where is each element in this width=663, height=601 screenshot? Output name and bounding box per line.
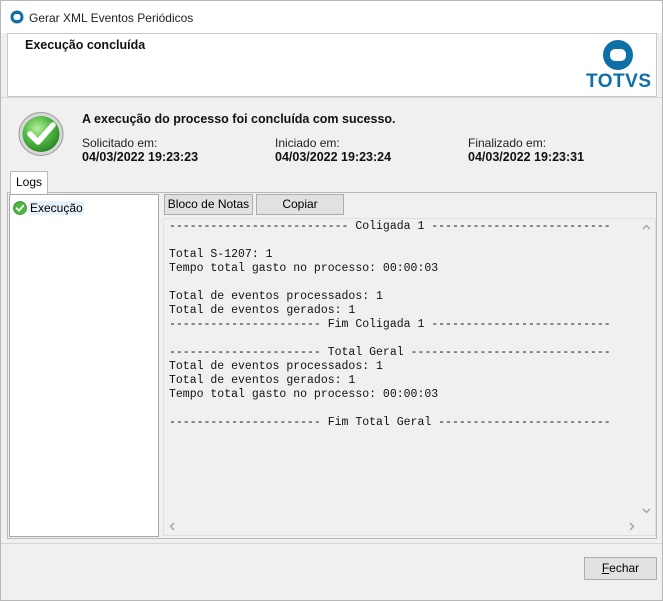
log-output[interactable]: -------------------------- Coligada 1 --… — [163, 218, 656, 536]
scroll-down-icon[interactable] — [638, 502, 655, 519]
scroll-left-icon[interactable] — [164, 518, 181, 535]
requested-label: Solicitado em: — [82, 136, 158, 150]
started-time: Iniciado em: 04/03/2022 19:23:24 — [275, 137, 391, 165]
vertical-scrollbar[interactable] — [638, 219, 655, 519]
title-bar[interactable]: Gerar XML Eventos Periódicos — [1, 1, 662, 33]
footer-divider — [1, 543, 662, 544]
success-message: A execução do processo foi concluída com… — [82, 112, 396, 126]
copy-button[interactable]: Copiar — [256, 194, 344, 215]
dialog-window: Gerar XML Eventos Periódicos Execução co… — [0, 0, 663, 601]
log-text: -------------------------- Coligada 1 --… — [169, 220, 611, 429]
success-check-icon — [18, 112, 64, 156]
header-panel: Execução concluída TOTVS — [7, 33, 657, 97]
window-title: Gerar XML Eventos Periódicos — [29, 11, 194, 25]
close-button[interactable]: Fechar — [584, 557, 657, 580]
started-label: Iniciado em: — [275, 136, 340, 150]
logo-text: TOTVS — [586, 71, 652, 92]
scroll-up-icon[interactable] — [638, 219, 655, 236]
horizontal-scrollbar[interactable] — [164, 518, 640, 535]
success-check-icon — [13, 201, 27, 215]
tree-item-label: Execução — [29, 201, 84, 215]
scroll-right-icon[interactable] — [623, 518, 640, 535]
logs-tab-panel: Execução Bloco de Notas Copiar ---------… — [7, 192, 657, 539]
finished-label: Finalizado em: — [468, 136, 547, 150]
requested-value: 04/03/2022 19:23:23 — [82, 150, 199, 164]
totvs-logo-icon — [603, 40, 633, 70]
header-title: Execução concluída — [25, 38, 146, 52]
close-label-rest: echar — [609, 561, 640, 575]
finished-time: Finalizado em: 04/03/2022 19:23:31 — [468, 137, 584, 165]
started-value: 04/03/2022 19:23:24 — [275, 150, 392, 164]
app-logo-icon — [10, 10, 24, 24]
header-divider — [1, 97, 662, 98]
notepad-button[interactable]: Bloco de Notas — [164, 194, 253, 215]
totvs-logo: TOTVS — [586, 38, 652, 92]
tab-logs[interactable]: Logs — [10, 171, 48, 194]
execution-tree[interactable]: Execução — [9, 194, 159, 537]
finished-value: 04/03/2022 19:23:31 — [468, 150, 585, 164]
requested-time: Solicitado em: 04/03/2022 19:23:23 — [82, 137, 198, 165]
